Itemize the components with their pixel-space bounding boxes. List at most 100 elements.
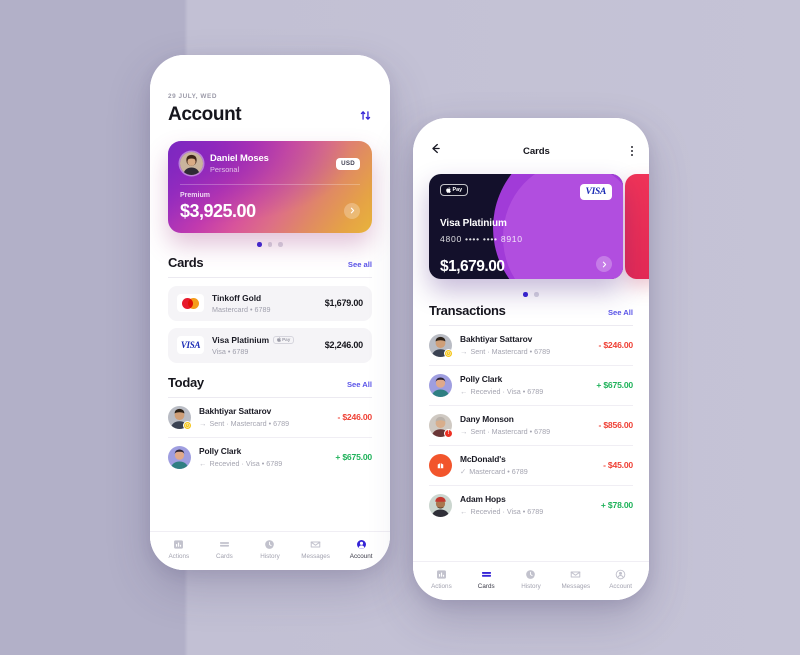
currency-badge[interactable]: USD <box>336 157 360 170</box>
tab-account[interactable]: Account <box>338 539 384 560</box>
card-amount: $1,679.00 <box>324 298 363 309</box>
tab-label: Cards <box>215 553 233 560</box>
list-item[interactable]: McDonald's ✓ Mastercard • 6789 - $45.00 <box>429 446 633 486</box>
transaction-amount: + $675.00 <box>596 380 633 391</box>
chart-bars-icon <box>174 539 184 549</box>
cards-section-header: Cards See all <box>150 249 390 270</box>
list-item[interactable]: VISA Visa Platinium Pay Visa • 6789 $2,2… <box>168 327 372 363</box>
status-badge <box>444 348 453 358</box>
page-title: Cards <box>523 145 550 157</box>
card-subtitle: Visa • 6789 <box>212 346 249 356</box>
visa-icon: VISA <box>579 184 612 200</box>
tab-label: Account <box>349 553 373 560</box>
account-balance: $3,925.00 <box>180 201 256 221</box>
tab-cards[interactable]: Cards <box>464 569 509 590</box>
card-balance: $1,679.00 <box>440 257 505 275</box>
apple-pay-label: Pay <box>282 337 291 343</box>
apple-pay-label: Pay <box>452 187 463 193</box>
today-section-header: Today See All <box>150 363 390 390</box>
page-title: Account <box>168 104 242 125</box>
avatar <box>180 152 203 175</box>
carousel-dot[interactable] <box>278 242 283 247</box>
account-balance-card[interactable]: Daniel Moses Personal USD Premium $3,925… <box>168 141 372 233</box>
envelope-icon <box>310 541 321 547</box>
chevron-right-icon[interactable] <box>344 202 360 219</box>
tab-label: Messages <box>301 553 330 560</box>
card-name: Visa Platinium <box>212 334 270 345</box>
carousel-dot[interactable] <box>257 242 262 247</box>
tab-cards[interactable]: Cards <box>202 539 248 560</box>
credit-card-icon <box>219 541 229 547</box>
transactions-list: Bakhtiyar Sattarov → Sent · Mastercard •… <box>413 326 649 561</box>
card-number: 4800 •••• •••• 8910 <box>440 234 523 244</box>
tab-label: Account <box>609 583 632 590</box>
peek-card[interactable] <box>625 174 649 279</box>
card-carousel: Pay VISA Visa Platinium 4800 •••• •••• 8… <box>413 160 649 283</box>
tab-actions[interactable]: Actions <box>419 569 464 590</box>
clock-icon <box>526 569 536 579</box>
tab-history[interactable]: History <box>247 539 293 560</box>
carousel-dot[interactable] <box>267 242 273 247</box>
direction-arrow-icon: → <box>460 346 468 356</box>
tab-messages[interactable]: Messages <box>293 539 339 560</box>
list-item[interactable]: Polly Clark ← Recevied · Visa • 6789 + $… <box>429 366 633 406</box>
kebab-menu-icon[interactable] <box>630 145 633 157</box>
direction-arrow-icon: ← <box>460 386 468 396</box>
cards-screen-body: Cards Pay VISA Visa Platinium 4800 •••• … <box>413 118 649 600</box>
credit-card-icon <box>481 571 491 577</box>
transaction-amount: + $78.00 <box>600 500 633 511</box>
direction-arrow-icon: ← <box>460 506 468 516</box>
envelope-icon <box>571 571 581 577</box>
carousel-dot[interactable] <box>523 292 528 297</box>
transaction-detail: Recevied · Visa • 6789 <box>470 506 544 516</box>
direction-arrow-icon: → <box>199 418 207 428</box>
transactions-section-header: Transactions See All <box>413 299 649 318</box>
arrow-left-icon[interactable] <box>429 142 442 160</box>
list-item[interactable]: Tinkoff Gold Mastercard • 6789 $1,679.00 <box>168 285 372 321</box>
transaction-name: Bakhtiyar Sattarov <box>460 334 533 345</box>
transfer-sort-icon[interactable] <box>359 109 372 127</box>
transaction-detail: Recevied · Visa • 6789 <box>209 458 283 468</box>
transaction-amount: - $246.00 <box>337 412 372 423</box>
transaction-detail: Sent · Mastercard • 6789 <box>470 426 551 436</box>
list-item[interactable]: Adam Hops ← Recevied · Visa • 6789 + $78… <box>429 486 633 525</box>
person-circle-icon <box>356 539 366 549</box>
chevron-right-icon[interactable] <box>596 256 612 272</box>
tab-label: Messages <box>561 583 591 590</box>
see-all-today-link[interactable]: See All <box>347 380 372 389</box>
see-all-cards-link[interactable]: See all <box>348 260 372 269</box>
card-name: Visa Platinium <box>440 218 507 229</box>
featured-card[interactable]: Pay VISA Visa Platinium 4800 •••• •••• 8… <box>429 174 623 279</box>
list-item[interactable]: Bakhtiyar Sattarov → Sent · Mastercard •… <box>168 398 372 438</box>
see-all-transactions-link[interactable]: See All <box>608 308 633 317</box>
mastercard-icon <box>177 294 204 313</box>
phone-cards-screen: Cards Pay VISA Visa Platinium 4800 •••• … <box>413 118 649 600</box>
list-item[interactable]: ! Dany Monson → Sent · Mastercard • 6789… <box>429 406 633 446</box>
carousel-dot[interactable] <box>534 292 539 297</box>
list-item[interactable]: Polly Clark ← Recevied · Visa • 6789 + $… <box>168 438 372 477</box>
status-badge <box>183 420 192 430</box>
tab-account[interactable]: Account <box>598 569 643 590</box>
tab-messages[interactable]: Messages <box>553 569 598 590</box>
apple-pay-icon: Pay <box>440 184 469 196</box>
card-subtitle: Mastercard • 6789 <box>212 304 271 314</box>
bottom-navigation: Actions Cards History Messages Account <box>413 560 649 600</box>
tab-actions[interactable]: Actions <box>156 539 202 560</box>
tab-label: Actions <box>431 583 452 590</box>
person-circle-icon <box>615 569 626 579</box>
section-title: Cards <box>168 254 204 270</box>
account-carousel-dots[interactable] <box>150 233 390 249</box>
list-item[interactable]: Bakhtiyar Sattarov → Sent · Mastercard •… <box>429 326 633 366</box>
transaction-detail: Sent · Mastercard • 6789 <box>209 418 290 428</box>
account-tier-label: Premium <box>180 192 210 199</box>
transaction-name: Polly Clark <box>199 446 242 457</box>
visa-icon: VISA <box>177 336 204 355</box>
cards-carousel-dots[interactable] <box>413 283 649 299</box>
cards-list: Tinkoff Gold Mastercard • 6789 $1,679.00… <box>150 278 390 363</box>
transaction-amount: - $856.00 <box>598 420 633 431</box>
tab-history[interactable]: History <box>509 569 554 590</box>
section-title: Today <box>168 374 204 390</box>
check-icon: ✓ <box>460 466 467 476</box>
cards-header: Cards <box>413 118 649 160</box>
transaction-name: Adam Hops <box>460 494 506 505</box>
